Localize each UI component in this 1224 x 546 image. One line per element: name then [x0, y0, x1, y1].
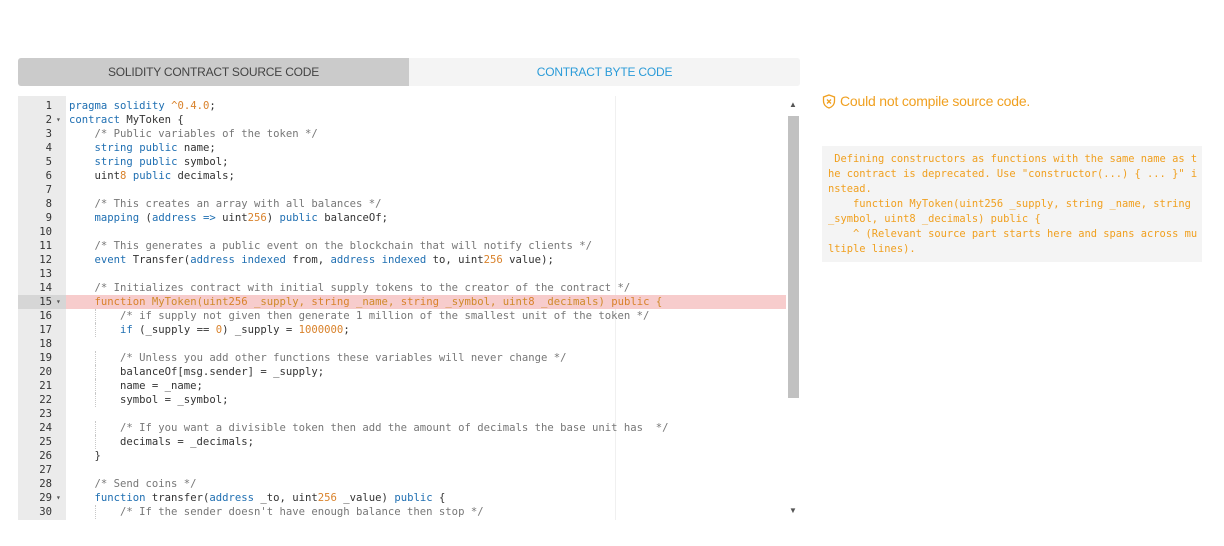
code-text: decimals = _decimals; [69, 436, 254, 448]
fold-arrow-icon[interactable]: ▾ [56, 295, 61, 309]
code-text: event Transfer(address indexed from, add… [94, 254, 554, 266]
code-text: } [69, 450, 101, 462]
code-text: /* If you want a divisible token then ad… [120, 422, 669, 434]
line-number: 3 [45, 128, 52, 140]
code-line[interactable]: 4 string public name; [18, 141, 786, 155]
line-number: 11 [39, 240, 52, 252]
code-text: pragma solidity ^0.4.0; [69, 100, 216, 112]
code-line[interactable]: 8 /* This creates an array with all bala… [18, 197, 786, 211]
scroll-down-arrow-icon[interactable]: ▼ [786, 504, 800, 518]
line-number: 6 [45, 170, 52, 182]
code-editor[interactable]: 1 pragma solidity ^0.4.0; 2 ▾ contract MyTok… [18, 96, 800, 520]
code-text: contract MyToken { [69, 114, 184, 126]
code-text: /* Public variables of the token */ [94, 128, 318, 140]
code-text: uint8 public decimals; [69, 170, 235, 182]
line-number: 17 [39, 324, 52, 336]
code-line[interactable]: 24 /* If you want a divisible token then… [18, 421, 786, 435]
fold-arrow-icon[interactable]: ▾ [56, 491, 61, 505]
code-text: symbol = _symbol; [69, 394, 229, 406]
line-number: 18 [39, 338, 52, 350]
compile-error-title: Could not compile source code. [840, 93, 1031, 109]
code-line[interactable]: 25 decimals = _decimals; [18, 435, 786, 449]
code-line[interactable]: 18 [18, 337, 786, 351]
code-line[interactable]: 17 if (_supply == 0) _supply = 1000000; [18, 323, 786, 337]
code-line[interactable]: 5 string public symbol; [18, 155, 786, 169]
code-text: mapping (address => uint256) public bala… [94, 212, 388, 224]
code-line[interactable]: 7 [18, 183, 786, 197]
error-shield-icon [822, 93, 836, 109]
code-line[interactable]: 2 ▾ contract MyToken { [18, 113, 786, 127]
line-number: 19 [39, 352, 52, 364]
code-line[interactable]: 6 uint8 public decimals; [18, 169, 786, 183]
code-line[interactable]: 14 /* Initializes contract with initial … [18, 281, 786, 295]
code-text: /* Initializes contract with initial sup… [94, 282, 631, 294]
code-text: name = _name; [69, 380, 203, 392]
code-text: /* if supply not given then generate 1 m… [120, 310, 650, 322]
tab-solidity-source[interactable]: SOLIDITY CONTRACT SOURCE CODE [18, 58, 409, 86]
code-line[interactable]: 23 [18, 407, 786, 421]
tab-bar: SOLIDITY CONTRACT SOURCE CODE CONTRACT B… [18, 58, 800, 86]
scrollbar-thumb[interactable] [788, 116, 799, 398]
code-text: string public symbol; [94, 156, 229, 168]
code-text: if (_supply == 0) _supply = 1000000; [120, 324, 350, 336]
code-line[interactable]: 12 event Transfer(address indexed from, … [18, 253, 786, 267]
code-text: function MyToken(uint256 _supply, string… [94, 296, 663, 308]
line-number: 20 [39, 366, 52, 378]
line-number: 22 [39, 394, 52, 406]
line-number: 25 [39, 436, 52, 448]
line-number: 23 [39, 408, 52, 420]
line-number: 10 [39, 226, 52, 238]
line-number: 8 [45, 198, 52, 210]
line-number: 1 [45, 100, 52, 112]
line-number: 16 [39, 310, 52, 322]
code-line[interactable]: 1 pragma solidity ^0.4.0; [18, 99, 786, 113]
fold-arrow-icon[interactable]: ▾ [56, 113, 61, 127]
code-line[interactable]: 27 [18, 463, 786, 477]
tab-contract-byte-code[interactable]: CONTRACT BYTE CODE [409, 58, 800, 86]
code-line[interactable]: 20 balanceOf[msg.sender] = _supply; [18, 365, 786, 379]
code-line[interactable]: 28 /* Send coins */ [18, 477, 786, 491]
code-line[interactable]: 30 /* If the sender doesn't have enough … [18, 505, 786, 519]
code-line[interactable]: 16 /* if supply not given then generate … [18, 309, 786, 323]
line-number: 24 [39, 422, 52, 434]
code-text: string public name; [94, 142, 216, 154]
code-line[interactable]: 26 } [18, 449, 786, 463]
code-line[interactable]: 19 /* Unless you add other functions the… [18, 351, 786, 365]
code-line[interactable]: 11 /* This generates a public event on t… [18, 239, 786, 253]
code-line[interactable]: 3 /* Public variables of the token */ [18, 127, 786, 141]
code-line[interactable]: 29 ▾ function transfer(address _to, uint2… [18, 491, 786, 505]
line-number: 9 [45, 212, 52, 224]
line-number: 14 [39, 282, 52, 294]
line-number: 5 [45, 156, 52, 168]
line-number: 30 [39, 506, 52, 518]
line-number: 13 [39, 268, 52, 280]
code-text: /* Send coins */ [94, 478, 197, 490]
compile-error-message-box: Defining constructors as functions with … [822, 146, 1202, 262]
code-line[interactable]: 10 [18, 225, 786, 239]
line-number: 21 [39, 380, 52, 392]
code-text: function transfer(address _to, uint256 _… [94, 492, 446, 504]
line-number: 28 [39, 478, 52, 490]
line-number: 26 [39, 450, 52, 462]
code-line[interactable]: 9 mapping (address => uint256) public ba… [18, 211, 786, 225]
code-text: /* If the sender doesn't have enough bal… [120, 506, 484, 518]
code-lines[interactable]: 1 pragma solidity ^0.4.0; 2 ▾ contract MyTok… [18, 99, 786, 519]
line-number: 7 [45, 184, 52, 196]
code-text: balanceOf[msg.sender] = _supply; [69, 366, 325, 378]
compile-error-message: Defining constructors as functions with … [828, 153, 1198, 255]
code-text: /* Unless you add other functions these … [120, 352, 567, 364]
scroll-up-arrow-icon[interactable]: ▲ [786, 98, 800, 112]
code-line[interactable]: 15 ▾ function MyToken(uint256 _supply, st… [18, 295, 786, 309]
line-number: 12 [39, 254, 52, 266]
code-line[interactable]: 21 name = _name; [18, 379, 786, 393]
code-line[interactable]: 13 [18, 267, 786, 281]
code-text: /* This generates a public event on the … [94, 240, 592, 252]
line-number: 4 [45, 142, 52, 154]
compile-error-header: Could not compile source code. [822, 93, 1030, 109]
code-line[interactable]: 22 symbol = _symbol; [18, 393, 786, 407]
line-number: 27 [39, 464, 52, 476]
editor-scrollbar[interactable]: ▲ ▼ [786, 96, 800, 520]
code-text: /* This creates an array with all balanc… [94, 198, 382, 210]
